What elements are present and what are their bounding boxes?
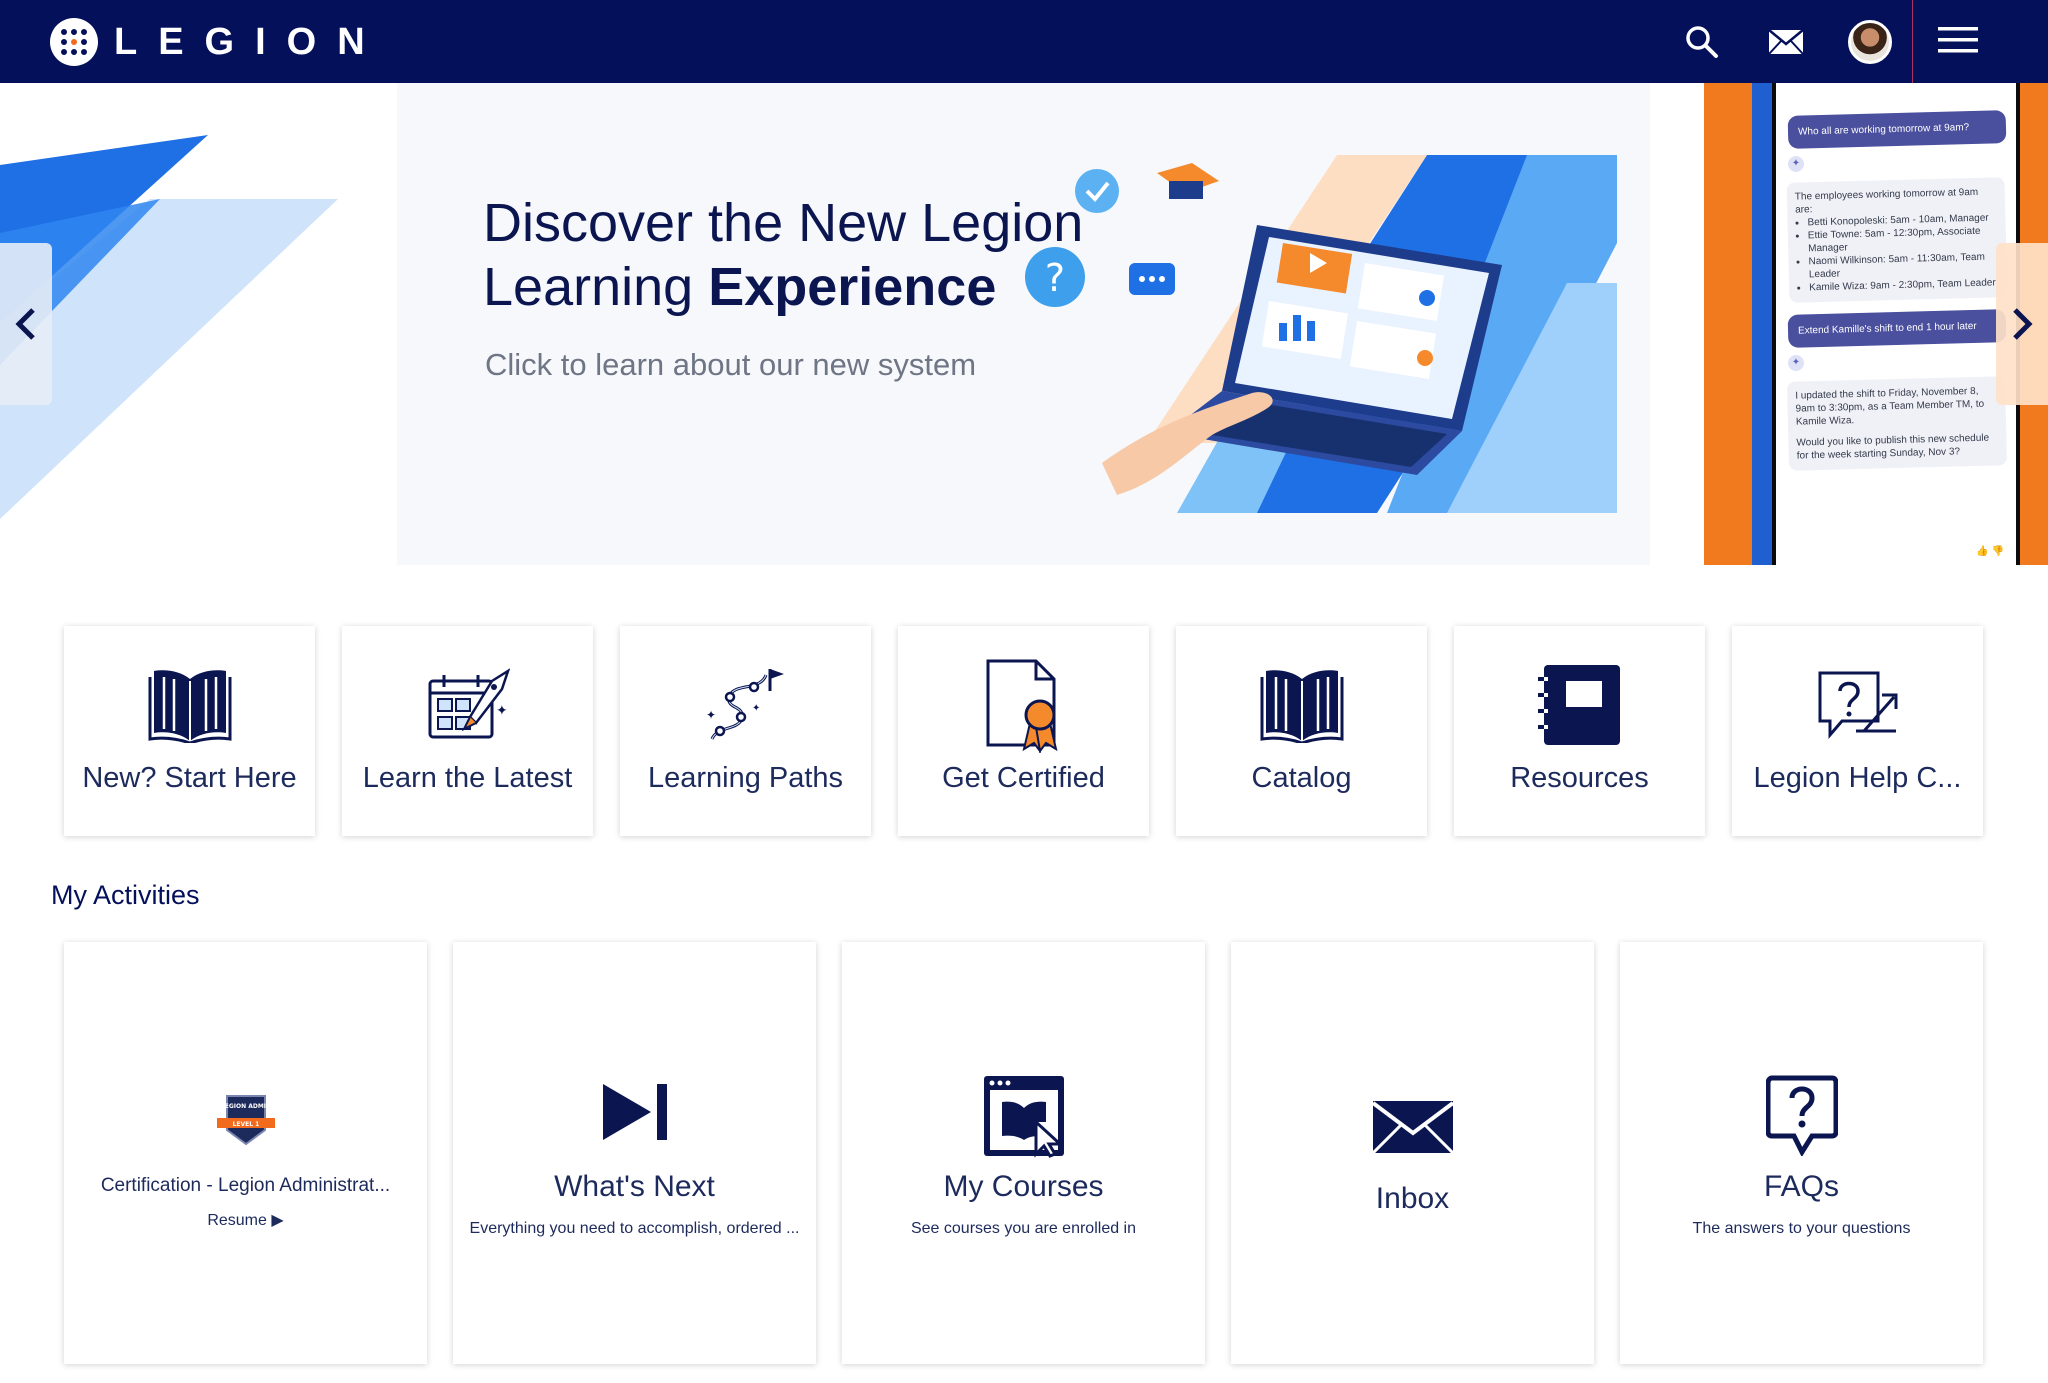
certification-badge-icon: LEGION ADMIN LEVEL 1: [216, 1095, 275, 1146]
activity-card-inbox[interactable]: Inbox: [1231, 942, 1594, 1364]
badge-level: LEVEL 1: [232, 1121, 259, 1128]
open-book-icon: [148, 670, 231, 743]
tile-learning-paths[interactable]: ✦ ✦ Learning Paths: [620, 626, 871, 836]
chat-preview: Who all are working tomorrow at 9am? ✦ T…: [1772, 83, 2016, 565]
hero-title-line1: Discover the New Legion: [483, 193, 1084, 253]
tile-catalog[interactable]: Catalog: [1176, 626, 1427, 836]
activity-card-certification[interactable]: LEGION ADMIN LEVEL 1 Certification - Leg…: [64, 942, 427, 1364]
tile-label: Get Certified: [942, 762, 1105, 794]
chat-reply: I updated the shift to Friday, November …: [1786, 376, 2008, 471]
my-activities-heading: My Activities: [51, 880, 200, 910]
hero-subtitle: Click to learn about our new system: [485, 347, 977, 382]
previous-slide-artwork: [0, 135, 338, 519]
tile-label: Learning Paths: [647, 762, 844, 794]
chat-question: Who all are working tomorrow at 9am?: [1787, 110, 2007, 149]
svg-text:?: ?: [1045, 256, 1065, 300]
resume-link[interactable]: Resume ▶: [64, 1210, 427, 1230]
faq-chat-icon: [1765, 1075, 1838, 1156]
hero-slide-learning-experience[interactable]: Discover the New Legion Learning Experie…: [397, 83, 1650, 565]
activity-description: Everything you need to accomplish, order…: [469, 1220, 800, 1237]
notebook-icon: [1537, 665, 1620, 745]
tile-learn-the-latest[interactable]: ✦ Learn the Latest: [342, 626, 593, 836]
activity-description: The answers to your questions: [1692, 1220, 1911, 1237]
tile-new-start-here[interactable]: New? Start Here: [64, 626, 315, 836]
certificate-icon: [986, 659, 1058, 753]
mail-icon: [1768, 29, 1804, 55]
quick-links: New? Start Here ✦ Learn the Latest ✦ ✦ L…: [64, 626, 1984, 836]
calendar-rocket-icon: ✦: [428, 668, 510, 739]
activity-card-my-courses[interactable]: My Courses See courses you are enrolled …: [842, 942, 1205, 1364]
legion-logo[interactable]: LEGION: [50, 18, 386, 66]
open-book-icon: [1260, 670, 1343, 743]
chevron-left-icon: [15, 308, 35, 340]
activity-title: Certification - Legion Administrat...: [100, 1175, 391, 1196]
tile-legion-help-center[interactable]: Legion Help C...: [1732, 626, 1983, 836]
svg-text:✦: ✦: [706, 708, 716, 722]
tile-label: Catalog: [1251, 762, 1352, 794]
logo-text: LEGION: [114, 20, 386, 63]
activity-title: Inbox: [1375, 1182, 1450, 1215]
badge-text: LEGION ADMIN: [220, 1103, 270, 1110]
tile-label: New? Start Here: [82, 762, 297, 794]
hamburger-menu-icon: [1938, 27, 1978, 53]
assistant-sparkle-icon: ✦: [1788, 156, 1804, 172]
activity-title: FAQs: [1763, 1170, 1839, 1203]
tile-resources[interactable]: Resources: [1454, 626, 1705, 836]
play-triangle-icon: ▶: [271, 1212, 284, 1229]
laptop-illustration: ?: [1025, 155, 1617, 513]
assistant-sparkle-icon: ✦: [1788, 355, 1804, 371]
thumbs-feedback-icon: 👍 👎: [1976, 546, 2004, 557]
chat-reply-2: Would you like to publish this new sched…: [1796, 432, 1990, 462]
carousel-prev-button[interactable]: [0, 243, 52, 405]
skip-next-icon: [602, 1084, 667, 1140]
course-window-icon: [983, 1076, 1064, 1158]
phone-mockup: Who all are working tomorrow at 9am? ✦ T…: [1752, 83, 2020, 565]
chat-reply-1: I updated the shift to Friday, November …: [1795, 385, 1985, 428]
tile-label: Learn the Latest: [362, 762, 573, 794]
main-menu-button[interactable]: [1930, 12, 1986, 68]
top-navigation-bar: LEGION: [0, 0, 2048, 83]
search-icon: [1686, 26, 1718, 58]
tile-get-certified[interactable]: Get Certified: [898, 626, 1149, 836]
activity-title: What's Next: [554, 1170, 715, 1203]
messages-button[interactable]: [1758, 14, 1814, 70]
resume-label: Resume: [207, 1212, 267, 1229]
svg-text:✦: ✦: [752, 703, 760, 714]
svg-text:✦: ✦: [496, 703, 508, 719]
chat-answer: The employees working tomorrow at 9am ar…: [1786, 177, 2008, 303]
chat-request: Extend Kamille's shift to end 1 hour lat…: [1787, 309, 2007, 348]
path-flag-icon: ✦ ✦: [706, 669, 784, 740]
activity-title: My Courses: [943, 1170, 1104, 1203]
activity-card-whats-next[interactable]: What's Next Everything you need to accom…: [453, 942, 816, 1364]
activities-grid: LEGION ADMIN LEVEL 1 Certification - Leg…: [64, 942, 1984, 1364]
user-profile-button[interactable]: [1842, 14, 1898, 70]
hero-title-bold: Experience: [708, 257, 997, 317]
envelope-icon: [1371, 1101, 1454, 1154]
search-button[interactable]: [1674, 14, 1730, 70]
hero-title-line2: Learning: [483, 257, 709, 317]
activity-card-faqs[interactable]: FAQs The answers to your questions: [1620, 942, 1983, 1364]
help-chat-icon: [1818, 671, 1897, 740]
hero-carousel: Discover the New Legion Learning Experie…: [0, 83, 2048, 565]
chevron-right-icon: [2013, 308, 2033, 340]
carousel-next-button[interactable]: [1996, 243, 2048, 405]
tile-label: Legion Help C...: [1753, 762, 1962, 794]
tile-label: Resources: [1510, 762, 1649, 794]
header-divider: [1912, 0, 1913, 83]
avatar: [1848, 20, 1892, 64]
legion-logo-mark: [50, 18, 98, 66]
activity-description: See courses you are enrolled in: [910, 1220, 1137, 1237]
